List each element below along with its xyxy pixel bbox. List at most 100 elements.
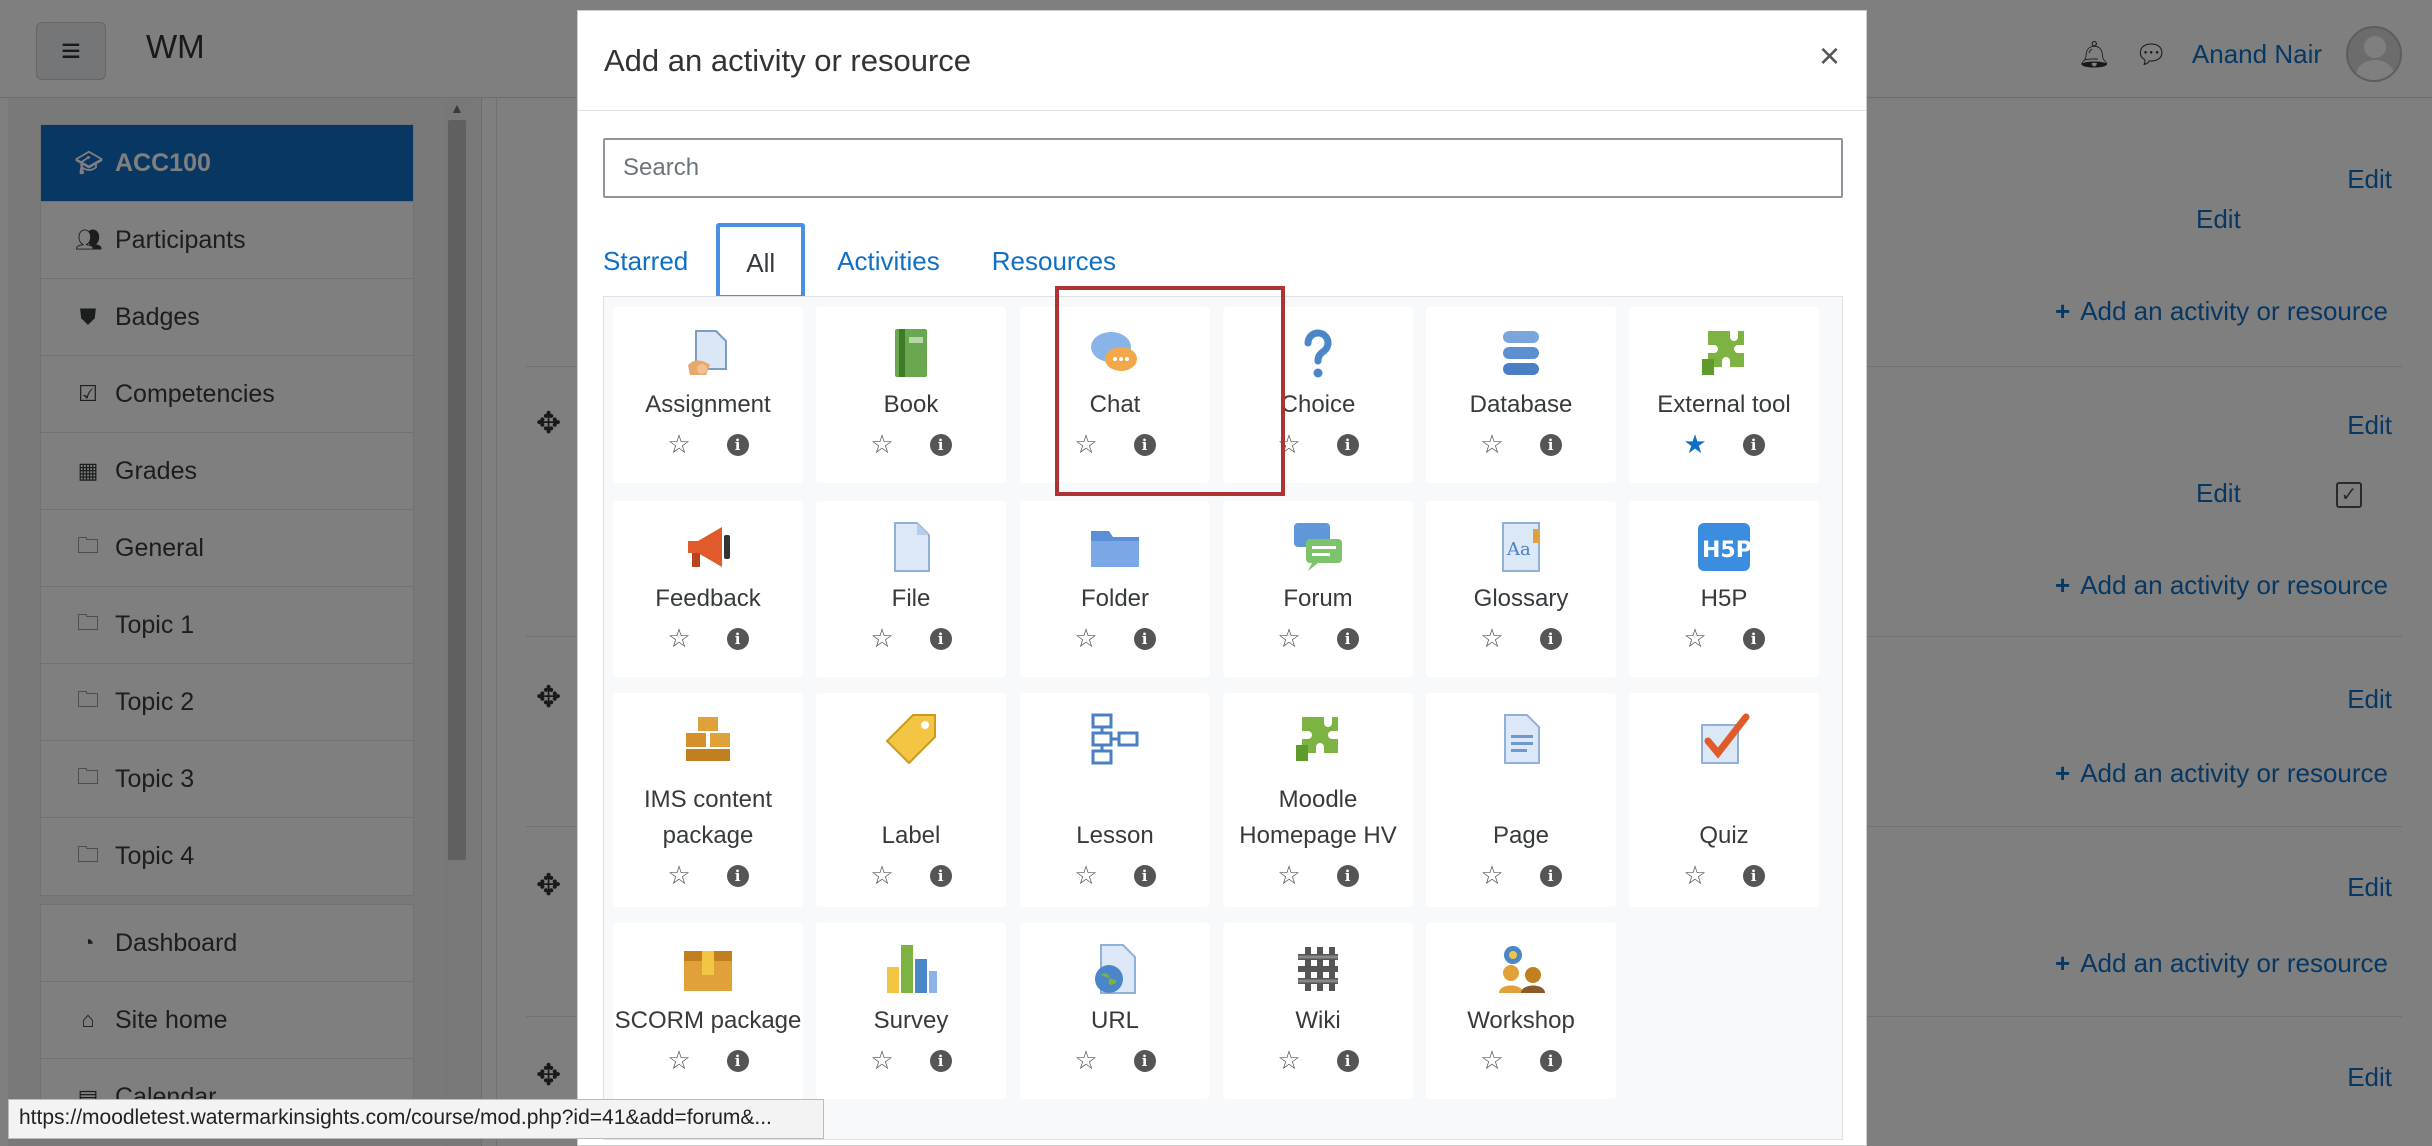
- activity-tile-url[interactable]: URL ☆ i: [1020, 923, 1210, 1099]
- info-icon[interactable]: i: [1133, 864, 1156, 887]
- info-icon[interactable]: i: [1336, 864, 1359, 887]
- page-icon: [1493, 711, 1549, 767]
- tab-all[interactable]: All: [716, 223, 806, 299]
- activity-tile-external-tool[interactable]: External tool ★ i: [1629, 307, 1819, 483]
- close-icon[interactable]: ×: [1819, 35, 1840, 77]
- activity-tile-forum[interactable]: Forum ☆ i: [1223, 501, 1413, 677]
- activity-tile-survey[interactable]: Survey ☆ i: [816, 923, 1006, 1099]
- lesson-icon: [1087, 711, 1143, 767]
- star-outline-icon[interactable]: ☆: [1480, 860, 1503, 891]
- info-icon[interactable]: i: [929, 1049, 952, 1072]
- forum-icon: [1290, 519, 1346, 575]
- info-icon[interactable]: i: [726, 627, 749, 650]
- activity-tile-assignment[interactable]: Assignment ☆ i: [613, 307, 803, 483]
- info-icon[interactable]: i: [1336, 627, 1359, 650]
- info-icon[interactable]: i: [1742, 864, 1765, 887]
- star-outline-icon[interactable]: ☆: [667, 429, 690, 460]
- star-outline-icon[interactable]: ☆: [1074, 1045, 1097, 1076]
- star-outline-icon[interactable]: ☆: [1277, 623, 1300, 654]
- workshop-icon: [1493, 941, 1549, 997]
- activity-tile-glossary[interactable]: Aa Glossary ☆ i: [1426, 501, 1616, 677]
- activity-tile-book[interactable]: Book ☆ i: [816, 307, 1006, 483]
- assignment-icon: [680, 325, 736, 381]
- info-icon[interactable]: i: [1336, 1049, 1359, 1072]
- activity-tile-file[interactable]: File ☆ i: [816, 501, 1006, 677]
- activity-actions: ☆ i: [870, 429, 952, 460]
- star-filled-icon[interactable]: ★: [1683, 429, 1706, 460]
- info-icon[interactable]: i: [1742, 433, 1765, 456]
- h5p-icon: H5P: [1696, 519, 1752, 575]
- database-icon: [1493, 325, 1549, 381]
- activity-tile-ims-content-package[interactable]: IMS content package ☆ i: [613, 693, 803, 907]
- activity-name: External tool: [1657, 391, 1791, 418]
- star-outline-icon[interactable]: ☆: [667, 623, 690, 654]
- activity-name: Wiki: [1295, 1007, 1341, 1034]
- info-icon[interactable]: i: [726, 864, 749, 887]
- star-outline-icon[interactable]: ☆: [1683, 623, 1706, 654]
- info-icon[interactable]: i: [1133, 627, 1156, 650]
- activity-tile-label[interactable]: Label ☆ i: [816, 693, 1006, 907]
- survey-chart-icon: [883, 941, 939, 997]
- puzzle-icon: [1696, 325, 1752, 381]
- activity-tile-folder[interactable]: Folder ☆ i: [1020, 501, 1210, 677]
- activity-tile-moodle-homepage-hv[interactable]: Moodle Homepage HV ☆ i: [1223, 693, 1413, 907]
- star-outline-icon[interactable]: ☆: [1480, 1045, 1503, 1076]
- activity-tile-lesson[interactable]: Lesson ☆ i: [1020, 693, 1210, 907]
- star-outline-icon[interactable]: ☆: [1074, 860, 1097, 891]
- glossary-icon: Aa: [1493, 519, 1549, 575]
- modal-title: Add an activity or resource: [604, 43, 972, 78]
- info-icon[interactable]: i: [1133, 1049, 1156, 1072]
- activity-tile-page[interactable]: Page ☆ i: [1426, 693, 1616, 907]
- activity-actions: ☆ i: [1480, 623, 1562, 654]
- activity-name: Book: [883, 391, 939, 418]
- activity-name: Quiz: [1699, 822, 1749, 849]
- info-icon[interactable]: i: [1539, 627, 1562, 650]
- info-icon[interactable]: i: [1336, 433, 1359, 456]
- star-outline-icon[interactable]: ☆: [1480, 623, 1503, 654]
- search-input[interactable]: [603, 138, 1843, 198]
- activity-tile-quiz[interactable]: Quiz ☆ i: [1629, 693, 1819, 907]
- activity-name: Label: [881, 822, 941, 849]
- activity-name: Database: [1469, 391, 1573, 418]
- star-outline-icon[interactable]: ☆: [870, 1045, 893, 1076]
- activity-tile-workshop[interactable]: Workshop ☆ i: [1426, 923, 1616, 1099]
- info-icon[interactable]: i: [1539, 1049, 1562, 1072]
- activity-tile-feedback[interactable]: Feedback ☆ i: [613, 501, 803, 677]
- star-outline-icon[interactable]: ☆: [1277, 1045, 1300, 1076]
- star-outline-icon[interactable]: ☆: [1480, 429, 1503, 460]
- info-icon[interactable]: i: [929, 864, 952, 887]
- ims-package-icon: [680, 711, 736, 767]
- info-icon[interactable]: i: [929, 627, 952, 650]
- star-outline-icon[interactable]: ☆: [1074, 623, 1097, 654]
- activity-tile-h5p[interactable]: H5P H5P ☆ i: [1629, 501, 1819, 677]
- activity-tile-scorm-package[interactable]: SCORM package ☆ i: [613, 923, 803, 1099]
- tab-activities[interactable]: Activities: [811, 223, 966, 299]
- activity-actions: ☆ i: [1074, 1045, 1156, 1076]
- activity-actions: ★ i: [1683, 429, 1765, 460]
- activity-tile-wiki[interactable]: Wiki ☆ i: [1223, 923, 1413, 1099]
- activity-name: File: [891, 585, 931, 612]
- url-globe-icon: [1087, 941, 1143, 997]
- star-outline-icon[interactable]: ☆: [667, 860, 690, 891]
- star-outline-icon[interactable]: ☆: [870, 623, 893, 654]
- info-icon[interactable]: i: [726, 1049, 749, 1072]
- info-icon[interactable]: i: [1539, 433, 1562, 456]
- star-outline-icon[interactable]: ☆: [1683, 860, 1706, 891]
- activity-name: Forum: [1283, 585, 1353, 612]
- star-outline-icon[interactable]: ☆: [667, 1045, 690, 1076]
- star-outline-icon[interactable]: ☆: [870, 429, 893, 460]
- activity-actions: ☆ i: [1683, 623, 1765, 654]
- activity-actions: ☆ i: [667, 623, 749, 654]
- info-icon[interactable]: i: [929, 433, 952, 456]
- tab-starred[interactable]: Starred: [603, 223, 710, 299]
- scorm-icon: [680, 941, 736, 997]
- info-icon[interactable]: i: [726, 433, 749, 456]
- star-outline-icon[interactable]: ☆: [870, 860, 893, 891]
- activity-name: SCORM package: [614, 1007, 802, 1034]
- star-outline-icon[interactable]: ☆: [1277, 860, 1300, 891]
- choice-icon: [1290, 325, 1346, 381]
- info-icon[interactable]: i: [1539, 864, 1562, 887]
- info-icon[interactable]: i: [1742, 627, 1765, 650]
- activity-actions: ☆ i: [1074, 623, 1156, 654]
- activity-tile-database[interactable]: Database ☆ i: [1426, 307, 1616, 483]
